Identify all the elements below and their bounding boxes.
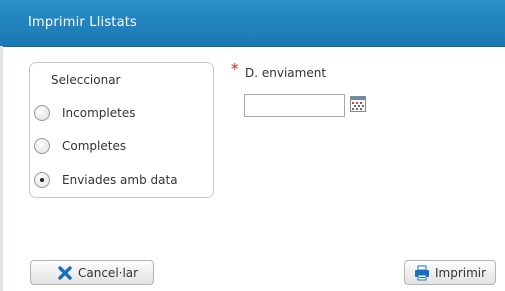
radio-enviades-amb-data[interactable]: Enviades amb data xyxy=(34,170,209,190)
radio-label: Incompletes xyxy=(62,106,136,120)
cancel-button-label: Cancel·lar xyxy=(78,265,139,280)
radio-incompletes[interactable]: Incompletes xyxy=(34,103,209,123)
radio-label: Completes xyxy=(62,139,127,153)
calendar-icon[interactable] xyxy=(350,96,366,112)
select-group-legend: Seleccionar xyxy=(51,73,121,87)
printer-icon xyxy=(415,265,429,280)
date-input[interactable] xyxy=(244,94,345,117)
left-edge-border xyxy=(0,46,3,291)
radio-button-selected[interactable] xyxy=(34,172,50,188)
date-field-label: D. enviament xyxy=(245,66,327,80)
x-icon xyxy=(58,265,72,280)
print-button[interactable]: Imprimir xyxy=(404,260,496,285)
radio-completes[interactable]: Completes xyxy=(34,136,209,156)
radio-button[interactable] xyxy=(34,105,50,121)
select-group: Seleccionar Incompletes Completes Enviad… xyxy=(29,62,214,198)
radio-selected-dot xyxy=(40,178,44,182)
print-button-label: Imprimir xyxy=(435,265,487,280)
radio-button[interactable] xyxy=(34,138,50,154)
dialog-title-bar: Imprimir Llistats xyxy=(0,0,505,47)
radio-label: Enviades amb data xyxy=(62,173,178,187)
cancel-button[interactable]: Cancel·lar xyxy=(30,260,154,285)
required-asterisk: * xyxy=(231,60,239,78)
dialog-title: Imprimir Llistats xyxy=(28,15,138,30)
